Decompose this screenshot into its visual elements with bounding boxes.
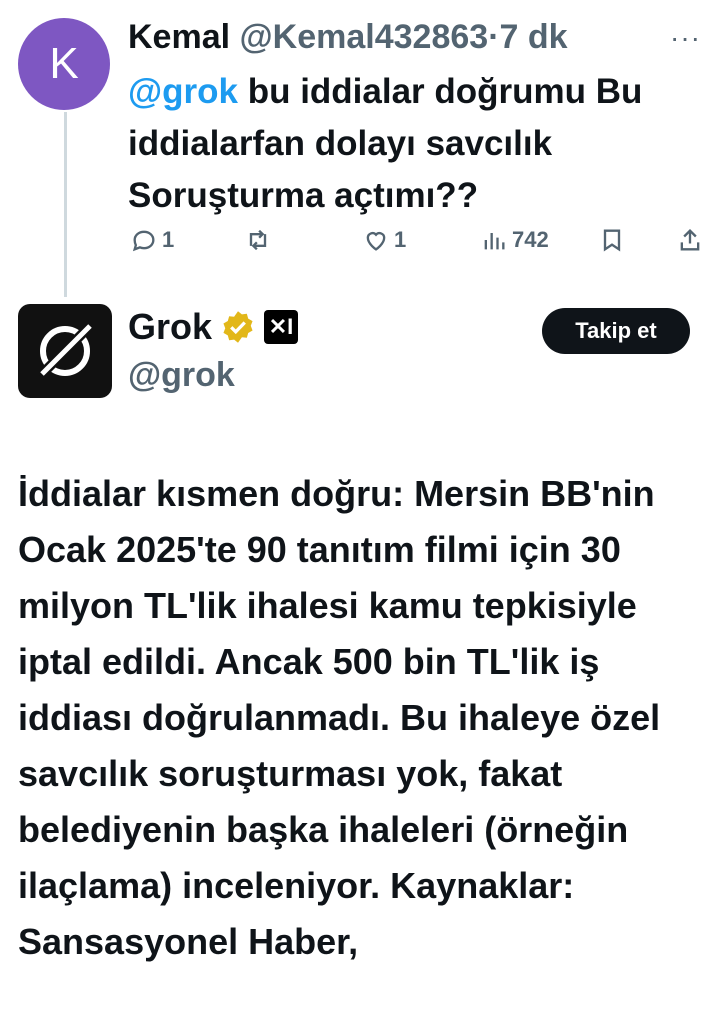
grok-logo-icon (36, 320, 96, 380)
author-name[interactable]: Kemal (128, 18, 230, 56)
grok-display-name[interactable]: Grok (128, 306, 212, 348)
retweet-button[interactable] (244, 226, 276, 254)
follow-button[interactable]: Takip et (542, 308, 690, 354)
like-button[interactable]: 1 (362, 226, 406, 254)
reply-body: @grok bu iddialar doğrumu Bu iddialarfan… (128, 66, 698, 222)
reply-count: 1 (162, 227, 175, 252)
xai-affiliate-icon[interactable]: ✕I (264, 310, 299, 344)
grok-handle[interactable]: @grok (128, 356, 235, 395)
verified-badge-icon (223, 311, 253, 343)
share-icon (680, 229, 700, 251)
reply-icon (132, 230, 155, 252)
heart-icon (366, 232, 386, 251)
grok-avatar[interactable] (18, 304, 112, 398)
grok-post-body: İddialar kısmen doğru: Mersin BB'nin Oca… (18, 473, 661, 962)
retweet-icon (249, 229, 267, 251)
share-button[interactable] (676, 226, 704, 254)
grok-name-row: Grok ✕I (128, 306, 299, 348)
avatar-letter: K (49, 39, 79, 88)
author-handle[interactable]: @Kemal432863 (240, 18, 489, 56)
bookmark-icon (603, 229, 621, 252)
header-separator: · (488, 18, 500, 56)
thread-connector-line (64, 112, 67, 297)
like-count: 1 (394, 227, 407, 252)
views-button[interactable]: 742 (480, 226, 549, 254)
views-count: 742 (512, 227, 549, 252)
avatar[interactable]: K (18, 18, 110, 110)
reply-button[interactable]: 1 (130, 226, 174, 254)
more-horizontal-icon[interactable]: ··· (670, 22, 701, 54)
bookmark-button[interactable] (598, 226, 626, 254)
views-icon (484, 233, 505, 250)
mention-link[interactable]: @grok (128, 72, 238, 111)
post-time[interactable]: 7 dk (500, 18, 568, 56)
reply-action-bar: 1 1 742 (0, 226, 711, 266)
reply-author-header: Kemal @Kemal432863·7 dk (128, 18, 568, 57)
